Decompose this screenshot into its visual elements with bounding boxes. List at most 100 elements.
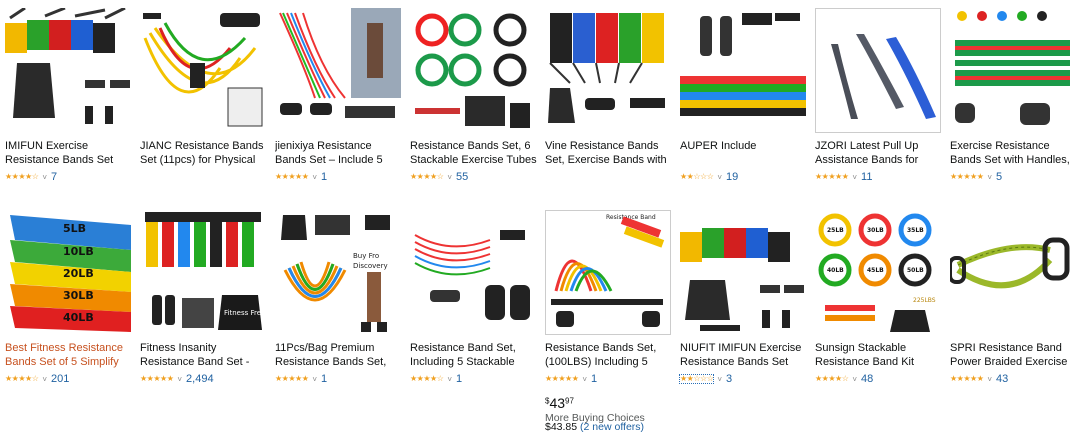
star-rating-icon[interactable]: ★★★★☆ [410, 375, 444, 383]
review-count[interactable]: 1 [321, 373, 327, 385]
review-count[interactable]: 7 [51, 171, 57, 183]
product-image[interactable] [410, 8, 536, 133]
chevron-down-icon[interactable]: ˅ [312, 375, 317, 384]
product-title[interactable]: SPRI Resistance Band Power Braided Exerc… [950, 341, 1080, 369]
star-rating-icon[interactable]: ★★★★★ [950, 173, 984, 181]
star-rating-icon[interactable]: ★★★★☆ [5, 375, 39, 383]
chevron-down-icon[interactable]: ˅ [447, 173, 452, 182]
product-title[interactable]: Exercise Resistance Bands Set with Handl… [950, 139, 1080, 167]
product-title[interactable]: Resistance Bands Set, 6 Stackable Exerci… [410, 139, 540, 167]
chevron-down-icon[interactable]: ˅ [447, 375, 452, 384]
product-image[interactable] [950, 210, 1076, 335]
product-card[interactable]: JIANC Resistance Bands Set (11pcs) for P… [140, 8, 270, 184]
product-image[interactable] [140, 8, 266, 133]
product-title[interactable]: 11Pcs/Bag Premium Resistance Bands Set, … [275, 341, 405, 369]
product-title[interactable]: Resistance Bands Set, (100LBS) Including… [545, 341, 675, 369]
product-image[interactable]: Resistance Band [545, 210, 671, 335]
product-title[interactable]: Best Fitness Resistance Bands Set of 5 S… [5, 341, 135, 369]
chevron-down-icon[interactable]: ˅ [582, 375, 587, 384]
tube-label: 40LB [827, 267, 844, 274]
product-title[interactable]: Resistance Band Set, Including 5 Stackab… [410, 341, 540, 369]
chevron-down-icon[interactable]: ˅ [177, 375, 182, 384]
star-rating-icon[interactable]: ★★★★★ [275, 173, 309, 181]
rating: ★★★★★ ˅ 1 [545, 372, 675, 386]
product-title[interactable]: Fitness Insanity Resistance Band Set - I… [140, 341, 270, 369]
chevron-down-icon[interactable]: ˅ [852, 375, 857, 384]
review-count[interactable]: 2,494 [186, 373, 214, 385]
product-card[interactable]: Resistance Bands Set, 6 Stackable Exerci… [410, 8, 540, 184]
product-card[interactable]: SPRI Resistance Band Power Braided Exerc… [950, 210, 1080, 386]
product-card[interactable]: 25LB 30LB 35LB 40LB 45LB 50LB 225LBS Sun… [815, 210, 945, 386]
product-image[interactable] [275, 8, 401, 133]
chevron-down-icon[interactable]: ˅ [42, 173, 47, 182]
star-rating-icon[interactable]: ★★★★★ [140, 375, 174, 383]
product-title[interactable]: JZORI Latest Pull Up Assistance Bands fo… [815, 139, 945, 167]
product-title[interactable]: JIANC Resistance Bands Set (11pcs) for P… [140, 139, 270, 167]
product-image[interactable] [680, 210, 806, 335]
tube-label: 35LB [907, 227, 924, 234]
star-rating-icon[interactable]: ★★★★☆ [815, 375, 849, 383]
star-rating-icon[interactable]: ★★★★☆ [5, 173, 39, 181]
chevron-down-icon[interactable]: ˅ [987, 375, 992, 384]
price-cents: 97 [565, 396, 574, 406]
review-count[interactable]: 3 [726, 373, 732, 385]
product-title[interactable]: jienixiya Resistance Bands Set – Include… [275, 139, 405, 167]
product-image[interactable] [815, 8, 941, 133]
review-count[interactable]: 1 [591, 373, 597, 385]
rating: ★★★★★ ˅ 1 [275, 372, 405, 386]
review-count[interactable]: 43 [996, 373, 1008, 385]
review-count[interactable]: 5 [996, 171, 1002, 183]
product-title[interactable]: Sunsign Stackable Resistance Band Kit Ex… [815, 341, 945, 369]
tube-label: 30LB [867, 227, 884, 234]
product-card[interactable]: Buy Fro Discovery 11Pcs/Bag Premium Resi… [275, 210, 405, 386]
review-count[interactable]: 19 [726, 171, 738, 183]
chevron-down-icon[interactable]: ˅ [312, 173, 317, 182]
product-card[interactable]: NIUFIT IMIFUN Exercise Resistance Bands … [678, 210, 810, 386]
product-card[interactable]: Resistance Band Set, Including 5 Stackab… [410, 210, 540, 386]
product-image[interactable]: Fitness Freak [140, 210, 266, 335]
star-rating-icon[interactable]: ★★★★★ [950, 375, 984, 383]
review-count[interactable]: 11 [861, 171, 872, 183]
product-title[interactable]: Vine Resistance Bands Set, Exercise Band… [545, 139, 675, 167]
product-image[interactable]: Buy Fro Discovery [275, 210, 401, 335]
product-card[interactable]: Resistance Band Resistance Bands Set, (1… [545, 210, 675, 386]
review-count[interactable]: 1 [321, 171, 327, 183]
loop-label: 10LB [63, 245, 94, 258]
product-card[interactable]: Vine Resistance Bands Set, Exercise Band… [545, 8, 675, 184]
chevron-down-icon[interactable]: ˅ [717, 173, 722, 182]
review-count[interactable]: 48 [861, 373, 873, 385]
star-rating-icon[interactable]: ★★☆☆☆ [678, 374, 715, 384]
star-rating-icon[interactable]: ★★★★★ [815, 173, 849, 181]
product-card[interactable]: AUPER Include ★★☆☆☆ ˅ 19 [680, 8, 810, 184]
product-card[interactable]: JZORI Latest Pull Up Assistance Bands fo… [815, 8, 945, 184]
chevron-down-icon[interactable]: ˅ [42, 375, 47, 384]
product-image[interactable]: 5LB 10LB 20LB 30LB 40LB [5, 210, 131, 335]
product-card[interactable]: Exercise Resistance Bands Set with Handl… [950, 8, 1080, 184]
loop-label: 5LB [63, 222, 86, 235]
product-image[interactable] [5, 8, 131, 133]
product-price[interactable]: $4397 [545, 395, 574, 411]
star-rating-icon[interactable]: ★★☆☆☆ [680, 173, 714, 181]
product-image[interactable]: 25LB 30LB 35LB 40LB 45LB 50LB 225LBS [815, 210, 941, 335]
product-image[interactable] [680, 8, 806, 133]
product-card[interactable]: Fitness Freak Fitness Insanity Resistanc… [140, 210, 270, 386]
chevron-down-icon[interactable]: ˅ [852, 173, 857, 182]
star-rating-icon[interactable]: ★★★★☆ [410, 173, 444, 181]
star-rating-icon[interactable]: ★★★★★ [545, 375, 579, 383]
product-title[interactable]: AUPER Include [680, 139, 810, 167]
chevron-down-icon[interactable]: ˅ [717, 375, 722, 384]
star-rating-icon[interactable]: ★★★★★ [275, 375, 309, 383]
product-card[interactable]: jienixiya Resistance Bands Set – Include… [275, 8, 405, 184]
review-count[interactable]: 201 [51, 373, 69, 385]
product-card[interactable]: 5LB 10LB 20LB 30LB 40LB Best Fitness Res… [5, 210, 135, 386]
review-count[interactable]: 1 [456, 373, 462, 385]
product-image[interactable] [950, 8, 1076, 133]
product-image[interactable] [545, 8, 671, 133]
review-count[interactable]: 55 [456, 171, 468, 183]
new-offers-link[interactable]: (2 new offers) [580, 421, 644, 433]
product-title[interactable]: IMIFUN Exercise Resistance Bands Set Sta… [5, 139, 135, 167]
product-card[interactable]: IMIFUN Exercise Resistance Bands Set Sta… [5, 8, 135, 184]
product-image[interactable] [410, 210, 536, 335]
chevron-down-icon[interactable]: ˅ [987, 173, 992, 182]
product-title[interactable]: NIUFIT IMIFUN Exercise Resistance Bands … [680, 341, 810, 369]
